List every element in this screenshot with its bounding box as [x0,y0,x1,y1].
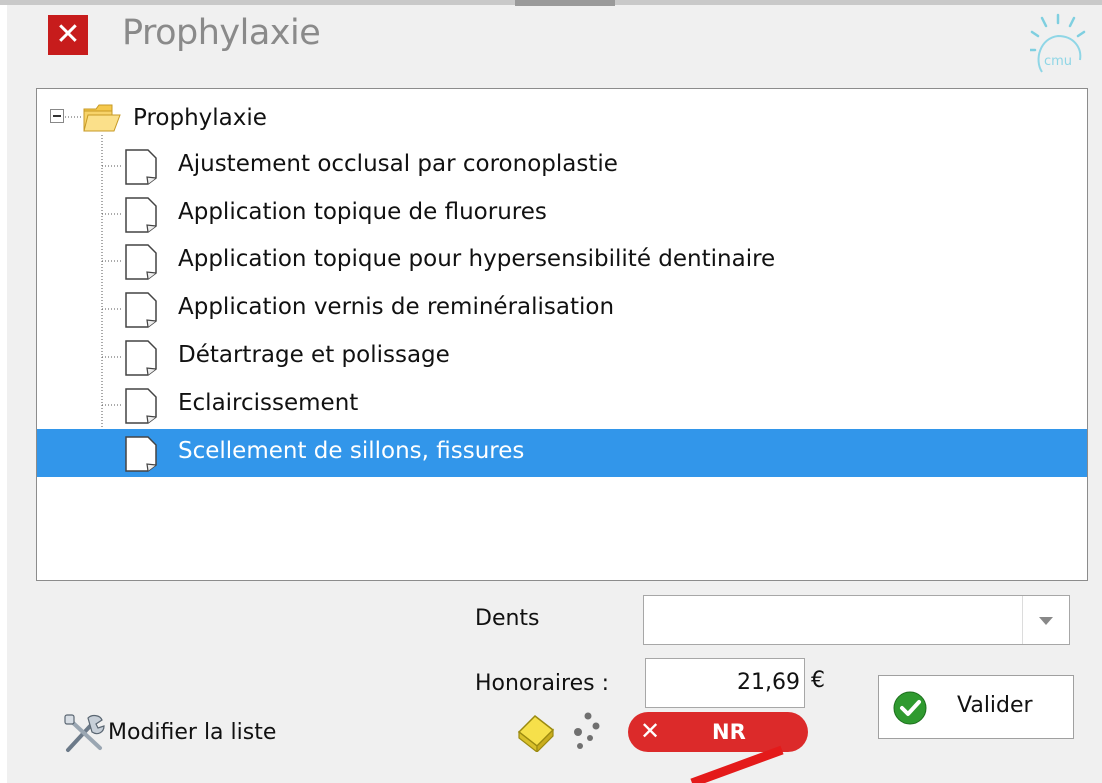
dents-label: Dents [475,606,540,631]
combo-separator [1022,596,1023,644]
document-icon [125,436,157,472]
tree-item-label: Application topique pour hypersensibilit… [178,246,776,272]
folder-open-icon [83,104,121,132]
chevron-down-icon[interactable] [1039,617,1053,625]
tree-item[interactable]: Eclaircissement [37,381,1087,429]
tree-item[interactable]: Application topique pour hypersensibilit… [37,237,1087,285]
tree-item-label: Ajustement occlusal par coronoplastie [178,151,618,177]
modifier-liste-link[interactable]: Modifier la liste [108,720,276,745]
tree-item[interactable]: Détartrage et polissage [37,333,1087,381]
collapse-toggle-icon[interactable] [50,109,64,123]
valider-label: Valider [957,693,1033,718]
dialog-title: Prophylaxie [122,13,321,53]
tree-item-label: Scellement de sillons, fissures [178,438,525,464]
tree-item-label: Détartrage et polissage [178,342,450,368]
document-icon [125,244,157,280]
currency-symbol: € [811,668,825,693]
dots-icon[interactable] [566,710,606,752]
document-icon [125,340,157,376]
window-edge [0,0,7,783]
close-icon: ✕ [55,17,81,52]
nr-toggle[interactable]: ✕ NR [628,712,808,752]
tree-item[interactable]: Ajustement occlusal par coronoplastie [37,142,1087,190]
tree-item-label: Application vernis de reminéralisation [178,294,615,320]
document-icon [125,292,157,328]
tree-root-node[interactable]: Prophylaxie [37,97,1087,141]
tree-item-label: Eclaircissement [178,390,359,416]
document-icon [125,197,157,233]
document-icon [125,149,157,185]
eraser-icon[interactable] [515,712,557,752]
cmu-logo-text: cmu [1044,54,1072,69]
honoraires-label: Honoraires : [475,671,610,696]
tree-item-label: Application topique de fluorures [178,199,547,225]
tree-item[interactable]: Application topique de fluorures [37,190,1087,238]
dents-combobox[interactable] [643,595,1070,645]
document-icon [125,388,157,424]
tree-item-selected[interactable]: Scellement de sillons, fissures [37,429,1087,477]
tree-item[interactable]: Application vernis de reminéralisation [37,285,1087,333]
tree-root-label: Prophylaxie [133,105,267,131]
procedure-tree[interactable]: Prophylaxie Ajustement occlusal par coro… [36,88,1088,581]
honoraires-input[interactable]: 21,69 [645,658,805,708]
valider-button[interactable]: Valider [878,675,1074,739]
cmu-logo: cmu [1030,13,1086,73]
close-icon: ✕ [640,717,661,745]
window-top-tab [515,0,615,6]
close-button[interactable]: ✕ [48,15,88,55]
tools-icon[interactable] [62,712,108,754]
nr-label: NR [712,720,746,744]
check-icon [893,691,927,725]
